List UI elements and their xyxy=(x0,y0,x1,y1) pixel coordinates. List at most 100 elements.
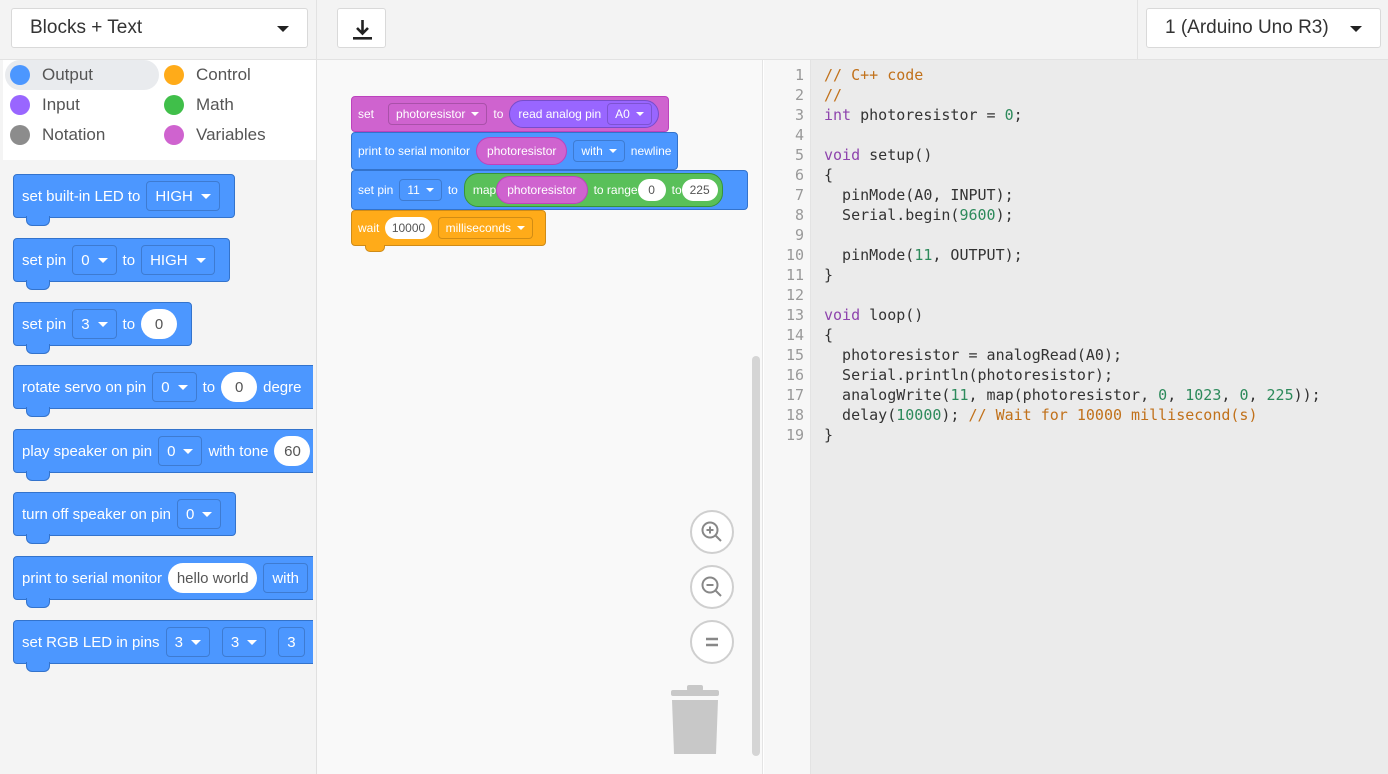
code-number: 0 xyxy=(1004,106,1014,124)
block-text: map xyxy=(472,183,497,197)
code-line: void setup() xyxy=(824,145,932,165)
code-text: Serial.begin( xyxy=(824,206,960,224)
line-number: 8 xyxy=(794,206,804,224)
zoom-out-button[interactable] xyxy=(690,565,734,609)
pin-dropdown[interactable]: 0 xyxy=(152,372,197,402)
category-output[interactable]: Output xyxy=(5,60,159,90)
green-pin-dropdown[interactable]: 3 xyxy=(221,627,267,657)
device-dropdown[interactable]: 1 (Arduino Uno R3) xyxy=(1146,8,1381,48)
chevron-down-icon xyxy=(97,321,108,327)
chevron-down-icon xyxy=(471,112,480,116)
category-notation[interactable]: Notation xyxy=(10,120,160,150)
time-unit-dropdown[interactable]: milliseconds xyxy=(437,217,533,239)
divider xyxy=(1137,0,1138,60)
trash-icon[interactable] xyxy=(667,684,723,756)
range-low-input[interactable]: 0 xyxy=(637,179,666,201)
block-wait[interactable]: wait 10000 milliseconds xyxy=(351,210,546,246)
block-text: read analog pin xyxy=(518,107,602,121)
block-text: print to serial monitor xyxy=(22,569,163,587)
category-math[interactable]: Math xyxy=(164,90,314,120)
block-text: to xyxy=(202,378,216,396)
pin-dropdown[interactable]: 0 xyxy=(177,499,222,529)
block-read-analog-pin[interactable]: read analog pin A0 xyxy=(509,100,659,128)
code-text: , xyxy=(1167,386,1186,404)
range-high-input[interactable]: 225 xyxy=(681,179,718,201)
block-text: to xyxy=(447,183,458,197)
line-number: 11 xyxy=(785,266,804,284)
field-value: 0 xyxy=(167,442,176,460)
editor-mode-dropdown[interactable]: Blocks + Text xyxy=(11,8,308,48)
code-text: loop() xyxy=(860,306,924,324)
block-print-serial-monitor[interactable]: print to serial monitor photoresistor wi… xyxy=(351,132,678,170)
code-keyword: void xyxy=(824,306,861,324)
category-variables[interactable]: Variables xyxy=(164,120,314,150)
analog-pin-dropdown[interactable]: A0 xyxy=(607,103,652,125)
code-text: pinMode( xyxy=(824,246,915,264)
code-text: , OUTPUT); xyxy=(932,246,1023,264)
code-text: ); xyxy=(941,406,969,424)
variable-dropdown[interactable]: photoresistor xyxy=(388,103,488,125)
block-set-rgb-led[interactable]: set RGB LED in pins 3 3 3 xyxy=(13,620,313,672)
block-set-pin-map[interactable]: set pin 11 to map photoresistor to range… xyxy=(351,170,748,210)
chevron-down-icon xyxy=(190,639,201,645)
notation-dot-icon xyxy=(10,125,30,145)
block-text: set pin xyxy=(22,251,67,269)
zoom-reset-button[interactable] xyxy=(690,620,734,664)
code-line: Serial.begin(9600); xyxy=(824,205,1014,225)
pin-dropdown[interactable]: 0 xyxy=(158,436,203,466)
angle-input[interactable]: 0 xyxy=(221,372,258,402)
category-input[interactable]: Input xyxy=(10,90,160,120)
code-keyword: int xyxy=(824,106,852,124)
pin-dropdown[interactable]: 3 xyxy=(72,309,117,339)
device-label: 1 (Arduino Uno R3) xyxy=(1165,17,1329,38)
block-print-serial[interactable]: print to serial monitor hello world with xyxy=(13,556,313,608)
block-text: to xyxy=(671,183,682,197)
field-value: 0 xyxy=(161,378,170,396)
variable-reporter[interactable]: photoresistor xyxy=(476,137,568,165)
workspace-scrollbar[interactable] xyxy=(752,356,760,756)
block-text: print to serial monitor xyxy=(358,144,471,158)
block-set-builtin-led[interactable]: set built-in LED to HIGH xyxy=(13,174,235,226)
line-number: 1 xyxy=(794,66,804,84)
chevron-down-icon xyxy=(177,384,188,390)
code-text: photoresistor = xyxy=(851,106,1005,124)
wait-duration-input[interactable]: 10000 xyxy=(385,217,432,239)
tone-input[interactable]: 60 xyxy=(274,436,311,466)
block-set-pin-digital[interactable]: set pin 0 to HIGH xyxy=(13,238,230,290)
newline-option-dropdown[interactable]: with xyxy=(573,140,625,162)
block-map[interactable]: map photoresistor to range 0 to 225 xyxy=(463,173,723,207)
block-notch xyxy=(365,245,385,252)
input-dot-icon xyxy=(10,95,30,115)
led-state-dropdown[interactable]: HIGH xyxy=(146,181,220,211)
block-rotate-servo[interactable]: rotate servo on pin 0 to 0 degre xyxy=(13,365,313,417)
category-control[interactable]: Control xyxy=(164,60,314,90)
block-turn-off-speaker[interactable]: turn off speaker on pin 0 xyxy=(13,492,237,544)
code-line: Serial.println(photoresistor); xyxy=(824,366,1113,384)
code-line: // C++ code xyxy=(824,66,924,84)
pin-dropdown[interactable]: 0 xyxy=(72,245,117,275)
code-editor[interactable]: 1 2 3 4 5 6 7 8 9 10 11 12 13 14 15 16 1… xyxy=(764,60,1388,774)
pin-state-dropdown[interactable]: HIGH xyxy=(141,245,215,275)
blocks-workspace[interactable]: set photoresistor to read analog pin A0 … xyxy=(317,60,763,774)
field-value: 11 xyxy=(407,183,420,197)
block-text: set pin xyxy=(358,183,394,197)
red-pin-dropdown[interactable]: 3 xyxy=(165,627,210,657)
value-input[interactable]: 0 xyxy=(141,309,178,339)
text-input[interactable]: hello world xyxy=(168,563,258,593)
zoom-in-button[interactable] xyxy=(690,510,734,554)
block-text: with tone xyxy=(208,442,269,460)
field-value: A0 xyxy=(615,107,630,121)
code-line: } xyxy=(824,426,834,444)
code-number: 10000 xyxy=(896,406,942,424)
blue-pin-dropdown[interactable]: 3 xyxy=(278,627,305,657)
block-set-pin-analog[interactable]: set pin 3 to 0 xyxy=(13,302,193,354)
block-set-variable[interactable]: set photoresistor to read analog pin A0 xyxy=(351,96,669,132)
block-text: to xyxy=(493,107,504,121)
variable-reporter[interactable]: photoresistor xyxy=(496,176,588,204)
field-value: HIGH xyxy=(155,187,193,205)
download-button[interactable] xyxy=(337,8,386,48)
pin-dropdown[interactable]: 11 xyxy=(399,179,442,201)
newline-dropdown[interactable]: with xyxy=(263,563,308,593)
field-value: 3 xyxy=(81,315,90,333)
block-play-speaker[interactable]: play speaker on pin 0 with tone 60 xyxy=(13,429,313,481)
